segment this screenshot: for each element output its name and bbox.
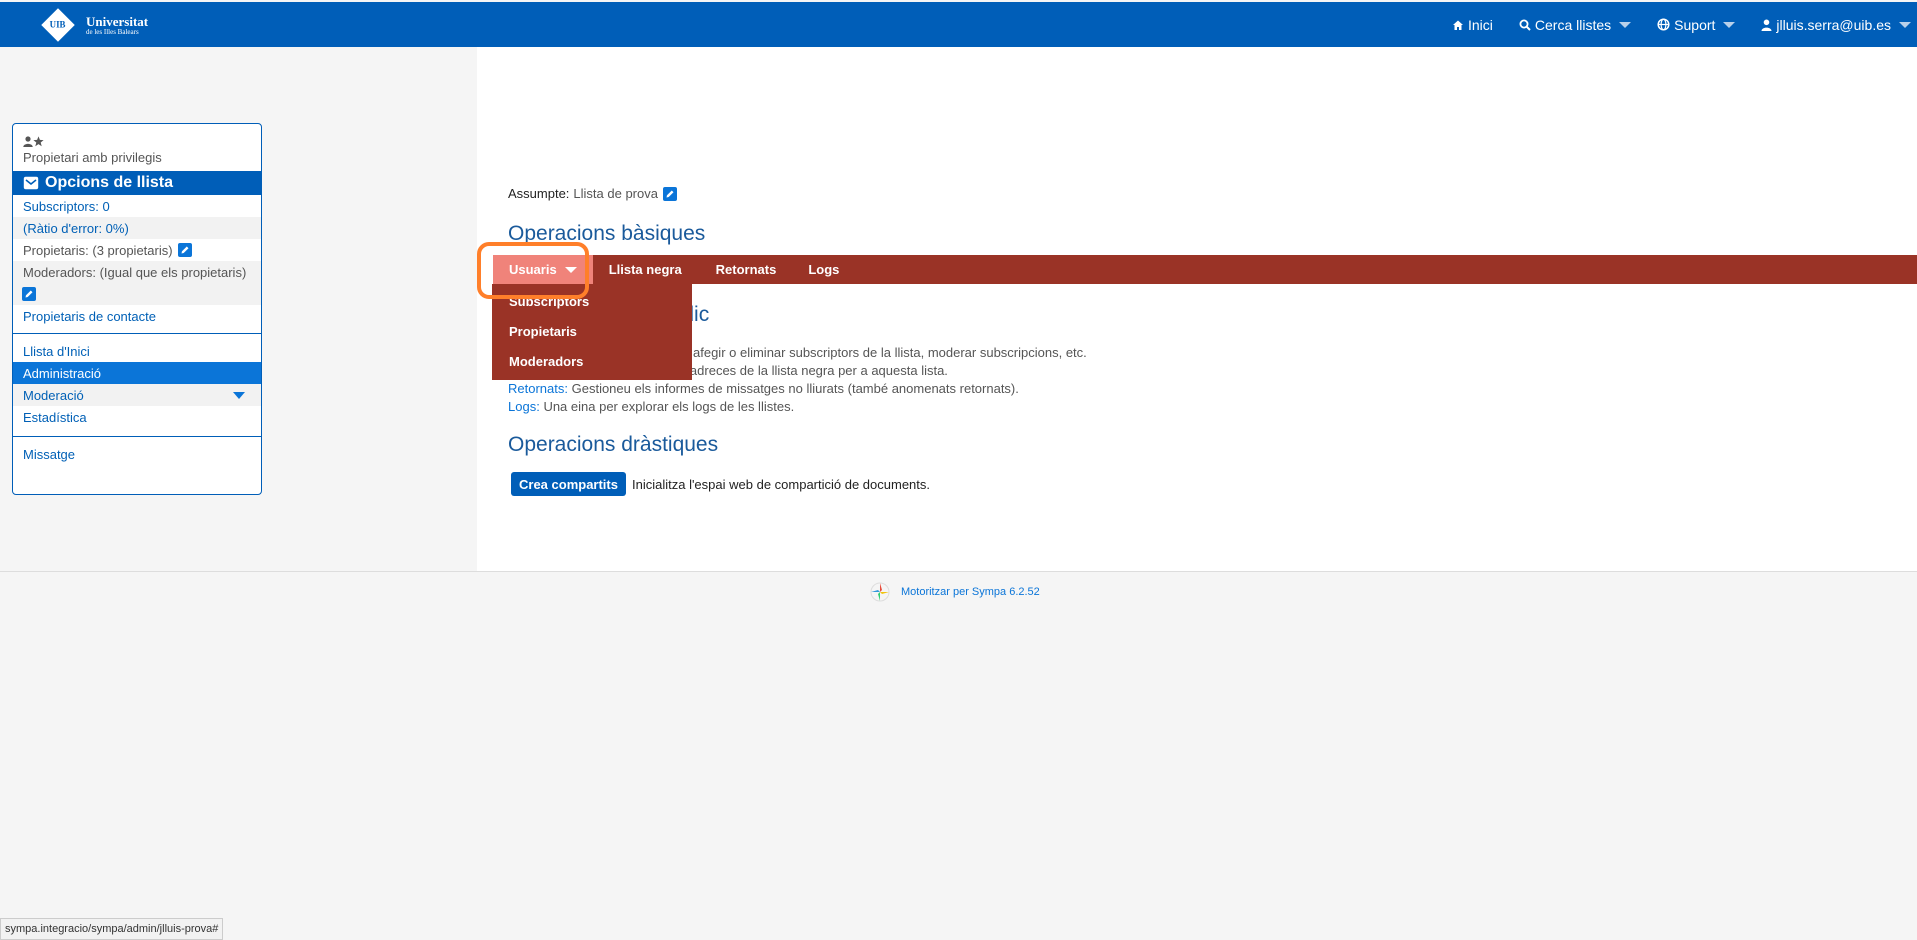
edit-moderators-pencil-icon[interactable]: [22, 287, 36, 301]
chevron-down-icon: [1619, 21, 1632, 28]
sidebar-item-statistics[interactable]: Estadística: [13, 406, 261, 428]
sidebar-divider: [13, 436, 261, 437]
create-shared-button[interactable]: Crea compartits: [511, 472, 626, 496]
nav-search-lists-label: Cerca llistes: [1534, 16, 1612, 33]
sidebar-item-message[interactable]: Missatge: [13, 443, 261, 465]
bounces-description-text: Gestioneu els informes de missatges no l…: [571, 381, 1019, 396]
menu-item-moderators[interactable]: Moderadors: [492, 346, 692, 376]
user-icon: [1761, 19, 1772, 31]
logs-description-text: Una eina per explorar els logs de les ll…: [543, 399, 795, 414]
contact-owners-link[interactable]: Propietaris de contacte: [13, 305, 261, 327]
moderators-edit-row: [13, 283, 261, 305]
sidebar-user-block: Propietari amb privilegis: [13, 124, 261, 171]
sidebar-item-administration[interactable]: Administració: [13, 362, 261, 384]
envelope-icon: [23, 176, 39, 190]
sympa-logo-icon: [870, 582, 890, 602]
tab-logs[interactable]: Logs: [792, 255, 855, 284]
moderators-row: Moderadors: (Igual que els propietaris): [13, 261, 261, 283]
user-role: Propietari amb privilegis: [23, 150, 162, 165]
list-subject: Assumpte: Llista de prova: [508, 186, 677, 201]
logs-link[interactable]: Logs:: [508, 399, 540, 414]
globe-icon: [1657, 18, 1670, 31]
home-icon: [1453, 20, 1463, 30]
bounces-link[interactable]: Retornats:: [508, 381, 568, 396]
blacklist-description: t d'adreces de la llista negra per a aqu…: [673, 363, 948, 378]
sidebar-item-list-home[interactable]: Llista d'Inici: [13, 340, 261, 362]
top-navbar: UIB Universitat de les Illes Balears Ini…: [0, 2, 1917, 47]
nav-support-menu[interactable]: Suport: [1657, 16, 1736, 33]
star-icon: [33, 135, 44, 146]
chevron-down-icon: [1899, 21, 1911, 28]
owners-label: Propietaris: (3 propietaris): [23, 242, 173, 258]
sidebar-item-moderation[interactable]: Moderació: [13, 384, 261, 406]
tab-users[interactable]: Usuaris: [493, 255, 593, 284]
moderation-label[interactable]: Moderació: [23, 388, 84, 403]
subject-label: Assumpte:: [508, 186, 570, 201]
chevron-down-icon: [1723, 21, 1736, 28]
logo-short-text: UIB: [50, 19, 66, 30]
users-dropdown-menu: Subscriptors Propietaris Moderadors: [492, 284, 692, 380]
subject-value: Llista de prova: [573, 186, 658, 201]
logo-line1: Universitat: [86, 13, 149, 29]
footer-divider: [0, 571, 1917, 572]
contact-owners-label[interactable]: Propietaris de contacte: [23, 309, 156, 324]
error-ratio-link[interactable]: (Ràtio d'error: 0%): [13, 217, 261, 239]
list-options-sidebar: Propietari amb privilegis Opcions de lli…: [12, 123, 262, 495]
sympa-powered-link[interactable]: Motoritzar per Sympa 6.2.52: [901, 586, 1040, 598]
message-label[interactable]: Missatge: [23, 447, 75, 462]
logo-line2: de les Illes Balears: [86, 27, 139, 36]
bounces-description: Retornats: Gestioneu els informes de mis…: [508, 381, 1019, 396]
owners-row: Propietaris: (3 propietaris): [13, 239, 261, 261]
nav-home-label: Inici: [1468, 16, 1493, 33]
tab-bounces-label: Retornats: [715, 262, 777, 277]
edit-owners-pencil-icon[interactable]: [177, 243, 192, 257]
chevron-down-icon[interactable]: [233, 391, 245, 399]
error-ratio-label[interactable]: (Ràtio d'error: 0%): [23, 221, 129, 236]
tab-users-label: Usuaris: [509, 262, 557, 277]
university-logo[interactable]: UIB Universitat de les Illes Balears: [41, 8, 149, 42]
tab-blacklist-label: Llista negra: [608, 262, 682, 277]
list-options-header: Opcions de llista: [13, 171, 261, 195]
username-redacted: [48, 134, 168, 148]
subscribers-link[interactable]: Subscriptors: 0: [13, 195, 261, 217]
browser-status-bar: sympa.integracio/sympa/admin/jlluis-prov…: [0, 918, 224, 940]
create-shared-row: Crea compartits Inicialitza l'espai web …: [511, 472, 930, 496]
sidebar-divider: [13, 333, 261, 334]
create-shared-description: Inicialitza l'espai web de compartició d…: [631, 476, 931, 492]
nav-support-label: Suport: [1674, 16, 1716, 33]
tab-blacklist[interactable]: Llista negra: [593, 255, 698, 284]
operations-tab-bar: Usuaris Llista negra Retornats Logs: [493, 255, 1917, 284]
user-icon: [23, 135, 33, 147]
status-url: sympa.integracio/sympa/admin/jlluis-prov…: [5, 923, 219, 935]
drastic-operations-heading: Operacions dràstiques: [508, 433, 719, 456]
moderators-label: Moderadors: (Igual que els propietaris): [23, 264, 247, 280]
nav-search-lists-menu[interactable]: Cerca llistes: [1519, 16, 1632, 33]
menu-item-subscribers[interactable]: Subscriptors: [492, 286, 692, 316]
tab-bounces[interactable]: Retornats: [698, 255, 793, 284]
nav-user-menu[interactable]: jlluis.serra@uib.es: [1761, 17, 1911, 33]
administration-label: Administració: [23, 365, 102, 381]
footer: Motoritzar per Sympa 6.2.52: [869, 581, 1040, 603]
statistics-label[interactable]: Estadística: [23, 410, 87, 425]
logs-description: Logs: Una eina per explorar els logs de …: [508, 399, 794, 414]
chevron-down-icon: [564, 266, 577, 273]
uib-seal-icon: UIB: [41, 8, 75, 42]
subscribers-link-label[interactable]: Subscriptors: 0: [23, 199, 110, 214]
tab-logs-label: Logs: [808, 262, 840, 277]
nav-user-email: jlluis.serra@uib.es: [1776, 16, 1891, 33]
list-options-title: Opcions de llista: [45, 174, 174, 191]
users-description: afegir o eliminar subscriptors de la lli…: [693, 345, 1087, 360]
list-home-label[interactable]: Llista d'Inici: [23, 344, 90, 359]
edit-subject-pencil-icon[interactable]: [662, 186, 677, 201]
menu-item-owners[interactable]: Propietaris: [492, 316, 692, 346]
basic-operations-heading: Operacions bàsiques: [508, 222, 706, 245]
search-icon: [1519, 19, 1531, 31]
nav-home-link[interactable]: Inici: [1452, 17, 1493, 33]
